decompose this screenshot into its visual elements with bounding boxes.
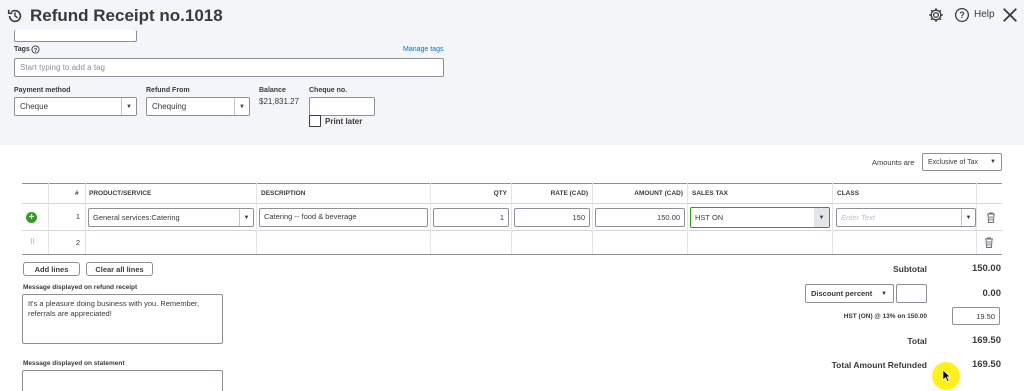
table-top-border — [22, 183, 1002, 184]
col-header-amount: AMOUNT (CAD) — [634, 190, 683, 197]
chevron-down-icon: ▼ — [814, 208, 829, 227]
discount-input[interactable] — [896, 284, 927, 303]
product-value: General services:Catering — [93, 213, 180, 222]
add-lines-button[interactable]: Add lines — [23, 262, 80, 276]
col-header-product: PRODUCT/SERVICE — [89, 190, 152, 197]
col-header-num: # — [75, 190, 79, 197]
col-divider — [48, 183, 49, 254]
col-header-description: DESCRIPTION — [261, 190, 306, 197]
receipt-message-textarea[interactable]: It's a pleasure doing business with you.… — [22, 294, 223, 344]
receipt-message-label: Message displayed on refund receipt — [23, 284, 138, 291]
row-number: 1 — [75, 212, 80, 221]
col-divider — [687, 183, 688, 254]
gear-icon[interactable] — [928, 7, 944, 23]
chevron-down-icon: ▼ — [239, 209, 253, 226]
total-refunded-label: Total Amount Refunded — [831, 360, 927, 370]
col-header-rate: RATE (CAD) — [550, 190, 588, 197]
close-icon[interactable] — [1001, 6, 1019, 24]
col-divider — [85, 183, 86, 254]
product-select[interactable]: General services:Catering ▼ — [88, 208, 254, 227]
col-header-class: CLASS — [837, 190, 860, 197]
sales-tax-select[interactable]: HST ON ▼ — [690, 207, 830, 228]
payment-method-select[interactable]: Cheque ▼ — [14, 97, 137, 116]
print-later-checkbox[interactable] — [309, 115, 321, 127]
help-link[interactable]: Help — [974, 9, 995, 20]
subtotal-value: 150.00 — [971, 263, 1001, 274]
print-later-label: Print later — [325, 117, 363, 126]
col-header-qty: QTY — [493, 190, 507, 197]
refund-from-label: Refund From — [146, 87, 190, 94]
total-label: Total — [907, 336, 927, 346]
info-icon[interactable]: ? — [31, 45, 40, 54]
amount-input[interactable]: 150.00 — [595, 208, 685, 227]
chevron-down-icon: ▼ — [121, 98, 136, 115]
table-header-border — [22, 203, 1002, 204]
amounts-are-value: Exclusive of Tax — [928, 158, 979, 166]
discount-type-select[interactable]: Discount percent ▼ — [805, 284, 894, 303]
chevron-down-icon: ▼ — [881, 290, 887, 297]
row-number: 2 — [75, 238, 80, 247]
amounts-are-label: Amounts are — [872, 158, 915, 167]
qty-input[interactable]: 1 — [433, 208, 509, 227]
add-row-icon[interactable]: + — [26, 212, 37, 223]
mouse-pointer-icon — [942, 369, 951, 382]
page-title: Refund Receipt no.1018 — [30, 6, 223, 25]
payment-method-label: Payment method — [14, 87, 71, 94]
cheque-no-label: Cheque no. — [309, 87, 348, 94]
help-icon[interactable]: ? — [954, 7, 970, 23]
payment-method-value: Cheque — [20, 102, 49, 111]
tags-input[interactable]: Start typing to add a tag — [14, 58, 444, 77]
refund-from-select[interactable]: Chequing ▼ — [146, 97, 250, 116]
col-divider — [256, 183, 257, 254]
class-select[interactable]: Enter Text ▼ — [836, 208, 976, 227]
table-bottom-border — [22, 254, 1002, 255]
partial-field[interactable] — [14, 30, 137, 42]
drag-handle-icon[interactable]: ⠿ — [30, 238, 35, 246]
col-divider — [832, 183, 833, 254]
tags-label: Tags — [14, 46, 30, 53]
balance-label: Balance — [259, 87, 286, 94]
statement-message-textarea[interactable] — [22, 370, 223, 391]
discount-type-value: Discount percent — [811, 289, 873, 298]
chevron-down-icon: ▼ — [961, 209, 975, 226]
description-input[interactable]: Catering -- food & beverage — [259, 208, 428, 227]
refund-from-value: Chequing — [152, 102, 187, 111]
col-header-sales-tax: SALES TAX — [692, 190, 728, 197]
balance-value: $21,831.27 — [259, 97, 300, 106]
trash-icon[interactable] — [984, 237, 994, 248]
manage-tags-link[interactable]: Manage tags — [403, 46, 443, 53]
col-divider — [976, 183, 977, 254]
cheque-no-input[interactable] — [309, 97, 375, 116]
history-icon[interactable] — [6, 7, 24, 25]
amounts-are-select[interactable]: Exclusive of Tax ▼ — [922, 153, 1002, 171]
tax-label: HST (ON) @ 13% on 150.00 — [843, 313, 927, 320]
class-placeholder: Enter Text — [841, 213, 875, 222]
chevron-down-icon: ▼ — [990, 159, 996, 165]
clear-all-lines-button[interactable]: Clear all lines — [86, 262, 153, 276]
svg-text:?: ? — [959, 10, 964, 20]
tax-amount-input[interactable]: 19.50 — [952, 307, 1000, 325]
subtotal-label: Subtotal — [893, 264, 927, 274]
table-row-border — [22, 230, 1002, 231]
sales-tax-value: HST ON — [695, 213, 724, 222]
svg-text:?: ? — [34, 48, 38, 54]
chevron-down-icon: ▼ — [234, 98, 249, 115]
total-value: 169.50 — [971, 335, 1001, 346]
discount-value: 0.00 — [982, 288, 1002, 299]
trash-icon[interactable] — [986, 212, 996, 223]
rate-input[interactable]: 150 — [514, 208, 590, 227]
statement-message-label: Message displayed on statement — [23, 360, 125, 367]
